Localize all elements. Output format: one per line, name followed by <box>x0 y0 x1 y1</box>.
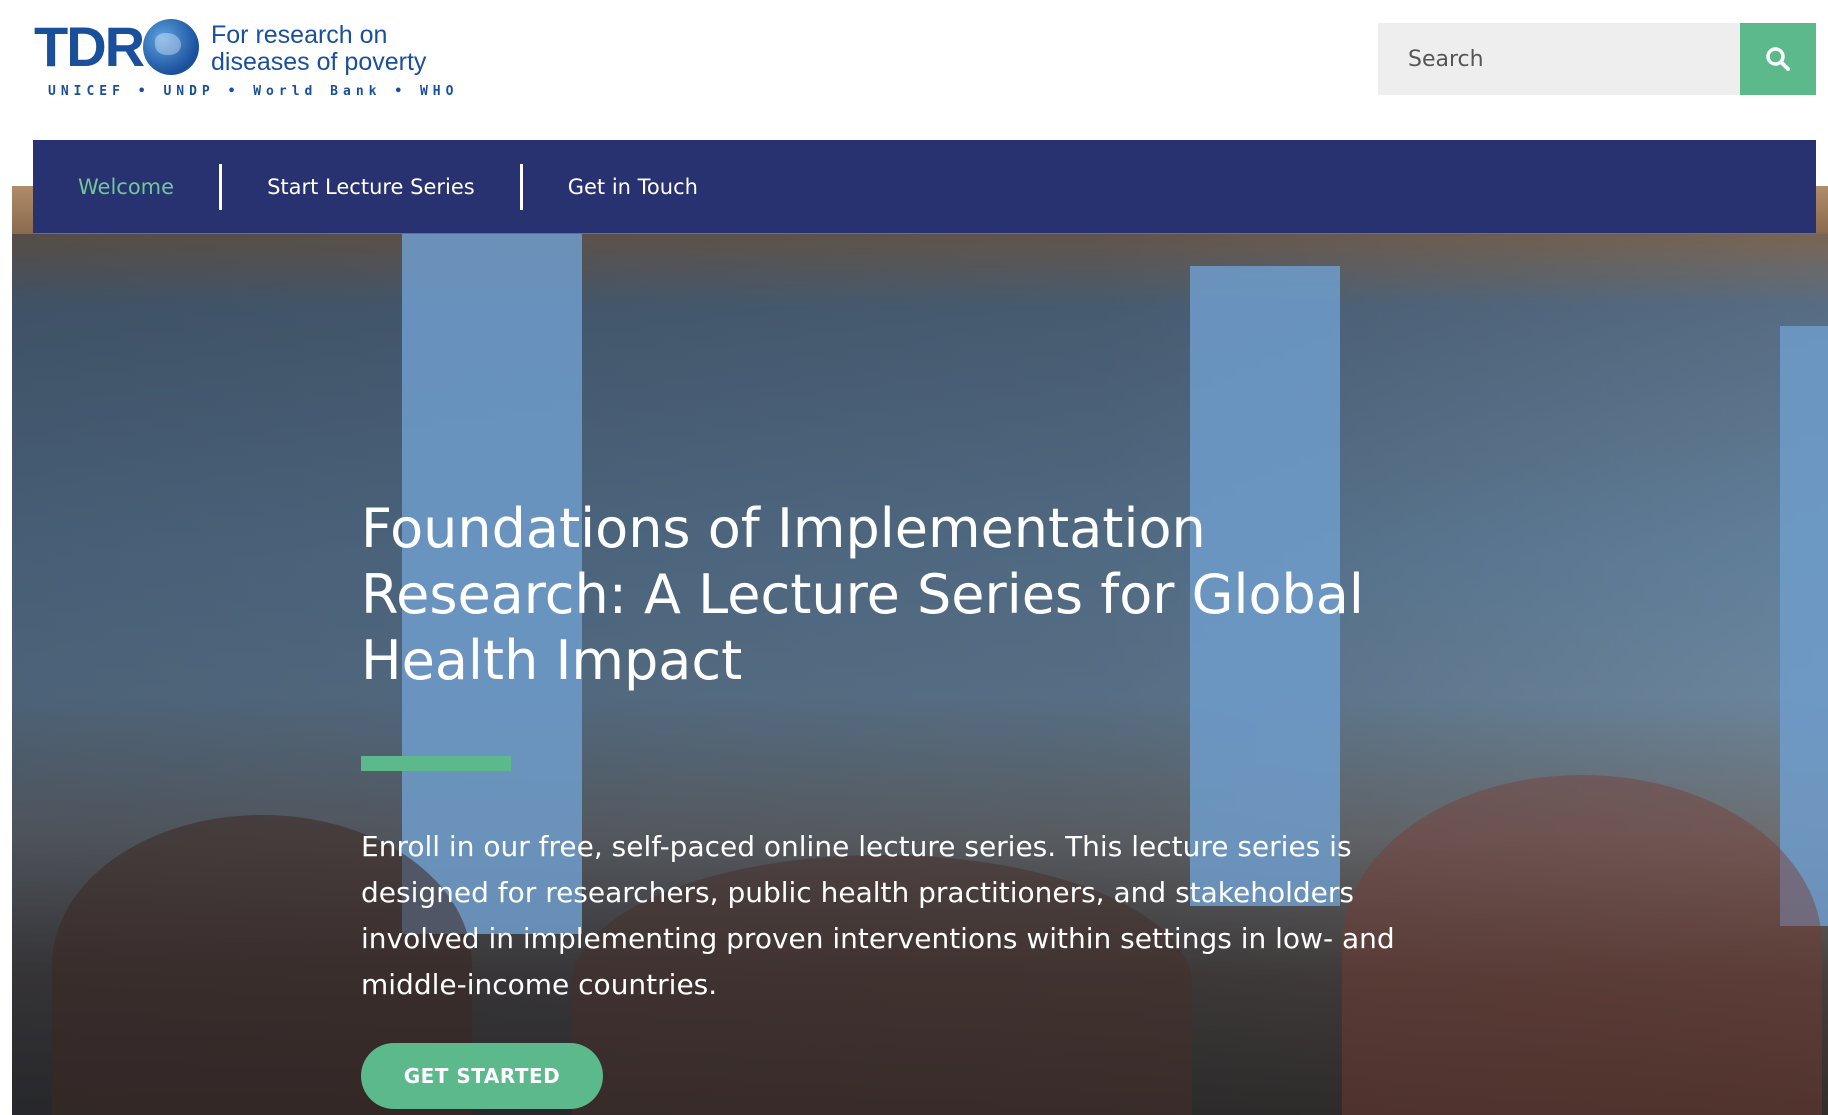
hero-accent-rule <box>361 756 511 771</box>
search-icon <box>1766 47 1790 71</box>
search-bar <box>1378 23 1816 95</box>
logo-tagline-line2: diseases of poverty <box>211 48 427 76</box>
nav-item-welcome[interactable]: Welcome <box>33 175 219 199</box>
nav-item-start-lecture-series[interactable]: Start Lecture Series <box>222 175 520 199</box>
logo-tagline: For research on diseases of poverty <box>211 22 426 76</box>
globe-icon <box>143 19 200 75</box>
logo-orgs: UNICEF • UNDP • World Bank • WHO <box>48 84 459 99</box>
search-input[interactable] <box>1378 23 1740 95</box>
hero-description: Enroll in our free, self-paced online le… <box>361 830 1395 1001</box>
logo-tagline-line1: For research on <box>211 21 388 49</box>
get-started-button[interactable]: GET STARTED <box>361 1043 603 1109</box>
logo-wordmark: TDR <box>34 16 200 78</box>
tdr-logo[interactable]: TDR For research on diseases of poverty … <box>34 16 453 106</box>
search-button[interactable] <box>1740 23 1816 95</box>
hero-title: Foundations of Implementation Research: … <box>361 497 1364 692</box>
nav-item-get-in-touch[interactable]: Get in Touch <box>523 175 743 199</box>
hero-photo-pillar <box>1780 326 1828 926</box>
main-nav: Welcome Start Lecture Series Get in Touc… <box>33 140 1816 233</box>
